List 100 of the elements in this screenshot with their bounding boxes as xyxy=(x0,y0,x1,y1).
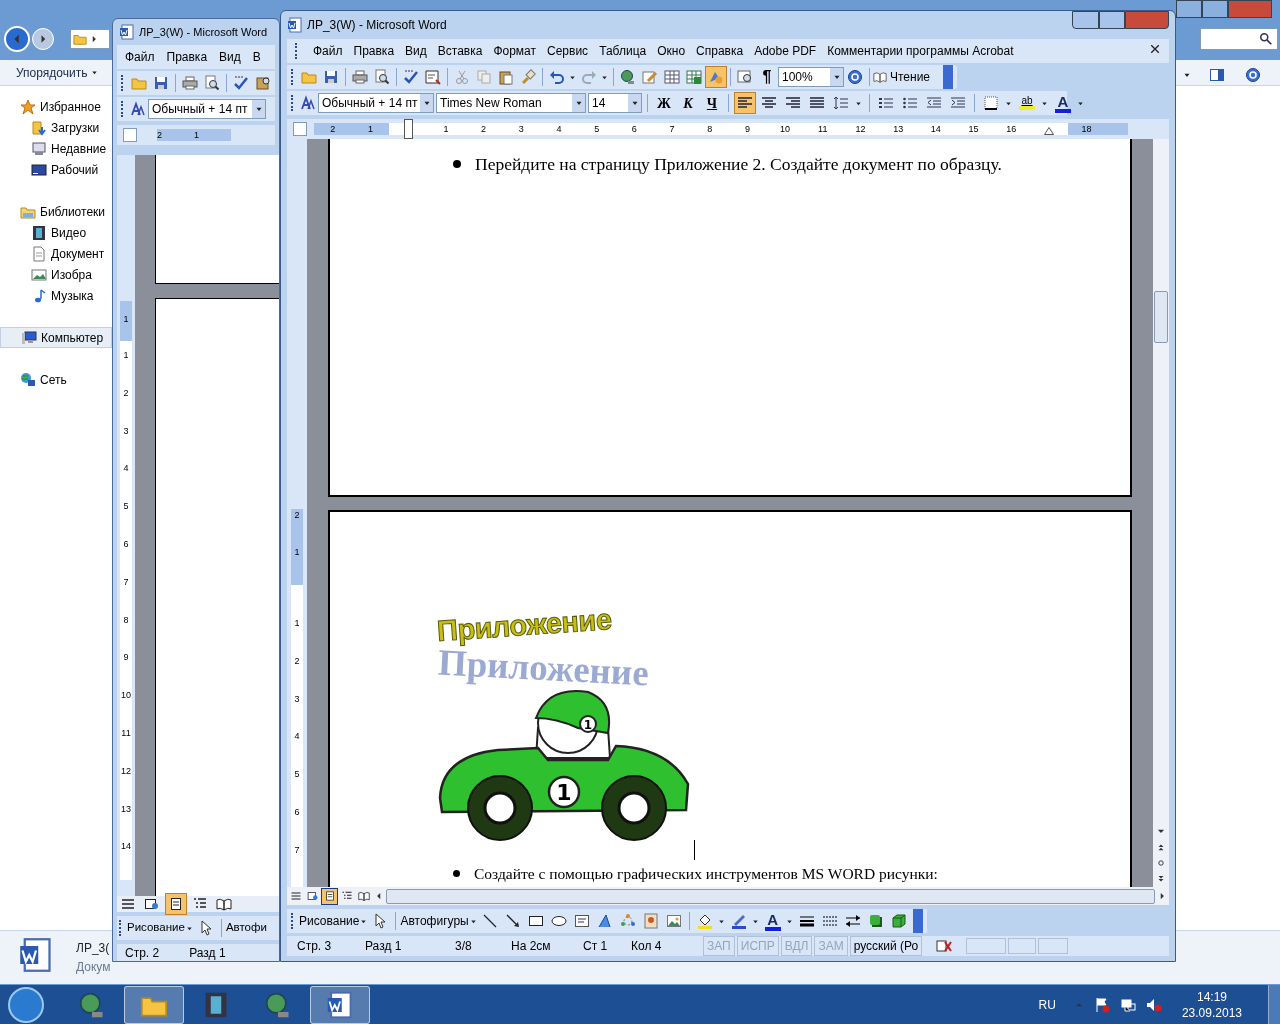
drawing-menu-button[interactable]: Рисование xyxy=(127,919,194,937)
menu-item[interactable]: Вставка xyxy=(437,42,483,60)
status-text: 3/8 xyxy=(454,938,473,955)
ruler-number: 2 xyxy=(294,511,300,522)
menu-item[interactable]: Правка xyxy=(353,42,395,60)
nav-item[interactable]: Загрузки xyxy=(0,117,112,138)
ruler-number: 8 xyxy=(123,615,129,627)
status-text: Кол 4 xyxy=(630,938,663,955)
ruler-number: 10 xyxy=(121,691,131,703)
nav-item[interactable]: Рабочий xyxy=(0,159,112,180)
ruler-number: 13 xyxy=(892,124,905,134)
clock-date[interactable]: 23.09.2013 xyxy=(1181,1004,1242,1021)
clock-time[interactable]: 14:19 xyxy=(1196,988,1227,1005)
ruler-number: 5 xyxy=(123,502,129,514)
highlight-button[interactable]: ab xyxy=(1016,92,1038,114)
status-text: Ст 1 xyxy=(582,938,609,955)
nav-item[interactable]: Избранное xyxy=(0,96,112,117)
ruler-number: 15 xyxy=(967,124,980,134)
ruler-number: 11 xyxy=(121,728,131,740)
ruler-number: 13 xyxy=(121,804,131,816)
ruler-number: 4 xyxy=(294,732,300,744)
ruler-number: 1 xyxy=(194,130,200,140)
file-name: ЛР_3( xyxy=(76,940,110,957)
ruler-number: 1 xyxy=(123,351,129,362)
style-dropdown[interactable]: Обычный + 14 пт xyxy=(148,99,266,119)
ruler-number: 1 xyxy=(367,124,375,134)
drawing-menu-button[interactable]: Рисование xyxy=(299,912,369,930)
ruler-number: 8 xyxy=(706,124,714,134)
nav-item[interactable]: Изобра xyxy=(0,264,112,285)
nav-item[interactable]: Сеть xyxy=(0,369,112,390)
menu-item[interactable]: Вид xyxy=(405,42,427,60)
nav-item[interactable]: Видео xyxy=(0,222,112,243)
ruler-number: 3 xyxy=(123,426,129,438)
file-type: Докум xyxy=(76,959,111,976)
ruler-number: 6 xyxy=(294,808,300,819)
reading-button[interactable]: Чтение xyxy=(873,68,931,86)
menu-item[interactable]: Окно xyxy=(657,42,686,60)
status-text: Стр. 2 xyxy=(125,945,160,961)
ruler-number: 1 xyxy=(294,548,300,559)
ruler-number: 12 xyxy=(121,766,131,778)
menu-item[interactable]: Правка xyxy=(166,48,208,66)
ruler-number: 18 xyxy=(1080,124,1093,134)
ruler-number: 11 xyxy=(817,124,829,134)
ruler-number: 2 xyxy=(157,130,163,140)
window-title: ЛР_3(W) - Microsoft Word xyxy=(139,24,268,40)
menu-item[interactable]: В xyxy=(252,48,261,66)
nav-item[interactable]: Компьютер xyxy=(0,327,112,348)
organize-button[interactable]: Упорядочить xyxy=(16,63,100,82)
bold-button[interactable]: Ж xyxy=(653,92,675,114)
font-color-button[interactable]: A xyxy=(1052,92,1074,114)
autoshapes-menu-button[interactable]: Автофигуры xyxy=(400,912,478,930)
show-marks-button[interactable]: ¶ xyxy=(756,66,778,88)
underline-button[interactable]: Ч xyxy=(701,92,723,114)
ruler-number: 16 xyxy=(1005,124,1018,134)
menu-item[interactable]: Формат xyxy=(493,42,537,60)
italic-button[interactable]: К xyxy=(677,92,699,114)
ruler-number: 9 xyxy=(123,653,129,665)
ruler-number: 1 xyxy=(442,124,450,134)
ruler-number: 7 xyxy=(294,845,300,857)
paragraph: Создайте с помощью графических инструментов MS WORD рисунки: xyxy=(474,864,938,884)
ruler-number: 5 xyxy=(593,124,601,134)
ruler-number: 4 xyxy=(123,464,129,476)
number-label: 1 xyxy=(583,718,593,732)
menu-item[interactable]: Сервис xyxy=(547,42,589,60)
nav-item[interactable]: Музыка xyxy=(0,285,112,306)
ruler-number: 2 xyxy=(329,124,337,134)
nav-item[interactable]: Документ xyxy=(0,243,112,264)
paragraph: Перейдите на страницу Приложение 2. Создайте документ по образцу. xyxy=(475,153,1002,176)
status-text: Разд 1 xyxy=(189,945,226,961)
ruler-number: 7 xyxy=(668,124,676,134)
ruler-number: 10 xyxy=(779,124,792,134)
language-status[interactable]: русский (Ро xyxy=(849,936,923,956)
ruler-number: 4 xyxy=(555,124,563,134)
ruler-number: 6 xyxy=(630,124,638,134)
style-dropdown[interactable]: Обычный + 14 пт xyxy=(318,93,434,113)
window-title: ЛР_3(W) - Microsoft Word xyxy=(307,17,447,34)
ruler-number: 6 xyxy=(123,540,129,551)
menu-item[interactable]: Файл xyxy=(313,42,343,60)
font-size-dropdown[interactable]: 14 xyxy=(588,93,642,113)
nav-item[interactable]: Недавние xyxy=(0,138,112,159)
wordart-text: Приложение xyxy=(435,601,613,650)
ruler-number: 2 xyxy=(123,388,129,400)
nav-item[interactable]: Библиотеки xyxy=(0,201,112,222)
ruler-number: 3 xyxy=(517,124,525,134)
menu-item[interactable]: Файл xyxy=(125,48,155,66)
ruler-number: 12 xyxy=(854,124,867,134)
font-color-button[interactable]: A xyxy=(761,910,784,932)
autoshapes-menu-button[interactable]: Автофи xyxy=(225,919,267,937)
menu-item[interactable]: Справка xyxy=(696,42,744,60)
menu-item[interactable]: Adobe PDF xyxy=(754,42,817,60)
menu-item[interactable]: Вид xyxy=(219,48,241,66)
font-dropdown[interactable]: Times New Roman xyxy=(436,93,586,113)
zoom-dropdown[interactable]: 100% xyxy=(778,67,844,87)
ruler-number: 1 xyxy=(123,315,129,324)
menu-item[interactable]: Комментарии программы Acrobat xyxy=(827,42,1014,60)
ruler-number: 14 xyxy=(929,124,942,134)
language-indicator[interactable]: RU xyxy=(1038,995,1056,1014)
menu-item[interactable]: Таблица xyxy=(599,42,647,60)
ruler-number: 7 xyxy=(123,577,129,589)
ruler-number: 14 xyxy=(121,842,131,854)
